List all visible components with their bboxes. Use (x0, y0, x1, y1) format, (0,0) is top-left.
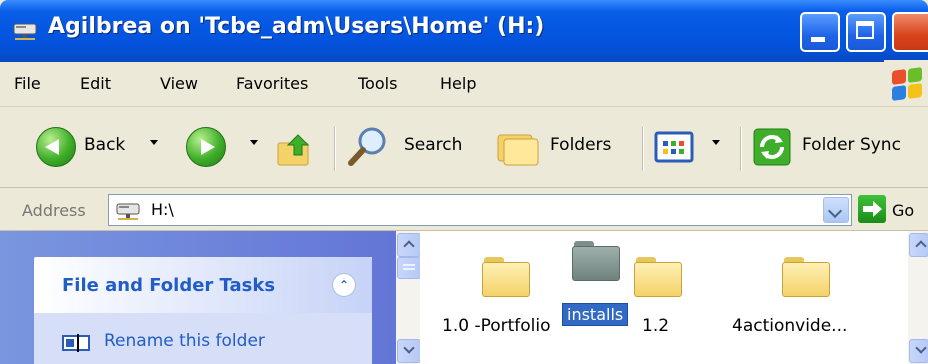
scroll-up-icon[interactable] (397, 233, 421, 257)
scroll-thumb[interactable] (397, 257, 421, 279)
toolbar: Back Search Folders Folder Sync (0, 107, 928, 188)
menu-bar: File Edit View Favorites Tools Help (0, 62, 928, 107)
task-pane-scrollbar[interactable] (396, 231, 421, 364)
folders-icon (497, 134, 539, 166)
rename-folder-link[interactable]: Rename this folder (104, 331, 265, 351)
search-label: Search (404, 135, 463, 155)
search-icon (348, 127, 386, 166)
address-bar: Address H:\ Go (0, 188, 928, 231)
search-button[interactable]: Search (346, 123, 486, 171)
folder-sync-label: Folder Sync (802, 135, 901, 155)
scroll-down-icon[interactable] (909, 339, 928, 363)
file-item-label[interactable]: 4actionvide... (732, 316, 847, 336)
address-label: Address (22, 201, 86, 220)
windows-logo-icon (884, 60, 928, 106)
back-dropdown-icon[interactable] (150, 140, 158, 145)
views-button[interactable] (654, 123, 724, 171)
network-drive-icon (116, 203, 140, 220)
maximize-button[interactable] (846, 12, 886, 52)
close-button[interactable] (892, 12, 928, 52)
task-panel-title: File and Folder Tasks (62, 275, 276, 296)
go-arrow-icon[interactable] (858, 195, 886, 223)
title-bar[interactable]: Agilbrea on 'Tcbe_adm\Users\Home' (H:) (0, 0, 928, 62)
address-value: H:\ (151, 200, 174, 219)
views-icon (654, 131, 694, 163)
scroll-up-icon[interactable] (909, 233, 928, 257)
task-panel-header[interactable]: File and Folder Tasks ⌃ (34, 257, 372, 313)
go-button[interactable]: Go (892, 201, 914, 220)
drag-item-label: installs (562, 303, 629, 326)
network-drive-icon (13, 23, 37, 40)
menu-tools[interactable]: Tools (358, 74, 397, 93)
folders-label: Folders (550, 135, 612, 155)
forward-dropdown-icon[interactable] (250, 140, 258, 145)
back-button[interactable]: Back (36, 123, 166, 171)
menu-view[interactable]: View (160, 74, 198, 93)
menu-favorites[interactable]: Favorites (236, 74, 308, 93)
file-folder-tasks-panel: File and Folder Tasks ⌃ Rename this fold… (34, 257, 372, 364)
rename-icon (62, 334, 90, 352)
file-list-view: 1.0 -Portfolio 1.2 installs 4actionvide.… (420, 231, 908, 364)
file-view-scrollbar[interactable] (908, 231, 928, 364)
menu-file[interactable]: File (14, 74, 41, 93)
folder-icon[interactable] (482, 257, 530, 297)
folders-button[interactable]: Folders (496, 123, 626, 171)
forward-button[interactable] (186, 123, 230, 171)
address-input[interactable]: H:\ (108, 194, 852, 226)
dragged-folder-icon (572, 241, 620, 281)
folder-sync-icon (753, 128, 791, 166)
file-item-label[interactable]: 1.0 -Portfolio (442, 316, 551, 336)
views-dropdown-icon[interactable] (712, 140, 720, 145)
folder-icon[interactable] (634, 257, 682, 297)
forward-arrow-icon (186, 127, 226, 167)
back-arrow-icon (36, 127, 76, 167)
up-folder-icon[interactable] (276, 131, 316, 167)
task-pane: File and Folder Tasks ⌃ Rename this fold… (0, 231, 396, 364)
back-label: Back (84, 135, 126, 155)
folder-icon[interactable] (782, 257, 830, 297)
scroll-down-icon[interactable] (397, 339, 421, 363)
collapse-icon[interactable]: ⌃ (332, 273, 356, 297)
menu-help[interactable]: Help (440, 74, 476, 93)
window-title: Agilbrea on 'Tcbe_adm\Users\Home' (H:) (48, 14, 545, 39)
folder-sync-button[interactable]: Folder Sync (752, 123, 922, 171)
minimize-button[interactable] (800, 12, 840, 52)
address-dropdown-button[interactable] (823, 197, 849, 223)
file-item-label[interactable]: 1.2 (642, 316, 669, 336)
menu-edit[interactable]: Edit (80, 74, 111, 93)
